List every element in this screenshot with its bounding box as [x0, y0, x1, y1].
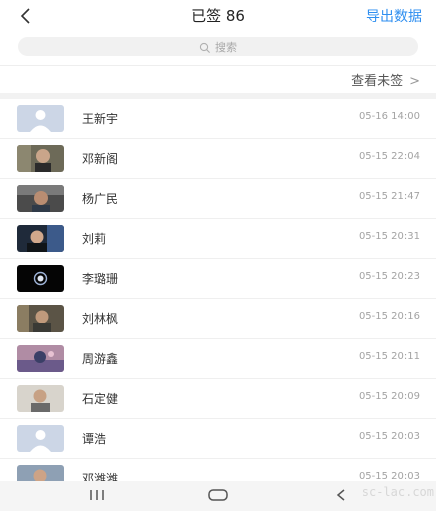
chevron-right-icon: >: [409, 74, 420, 89]
home-button[interactable]: [207, 487, 229, 507]
sign-time: 05-15 21:47: [358, 191, 420, 202]
photo-avatar: [17, 225, 64, 252]
photo-avatar: [17, 345, 64, 372]
nav-back-button[interactable]: [334, 487, 348, 507]
sign-time: 05-15 22:04: [358, 151, 420, 162]
divider: [0, 65, 436, 66]
sign-time: 05-15 20:03: [358, 431, 420, 442]
sign-time: 05-15 20:23: [358, 271, 420, 282]
list-item[interactable]: 李璐珊 05-15 20:23: [0, 259, 436, 299]
view-unsigned-label: 查看未签: [351, 74, 404, 89]
search-bar[interactable]: 搜索: [18, 37, 418, 56]
member-name: 刘林枫: [82, 312, 119, 326]
default-avatar: [17, 105, 64, 132]
member-name: 杨广民: [82, 192, 119, 206]
sign-time: 05-16 14:00: [358, 111, 420, 122]
list-item[interactable]: 刘莉 05-15 20:31: [0, 219, 436, 259]
member-name: 刘莉: [82, 232, 107, 246]
photo-avatar: [17, 305, 64, 332]
watermark-text: sc-lac.com: [361, 485, 434, 499]
list-item[interactable]: 谭浩 05-15 20:03: [0, 419, 436, 459]
list-item[interactable]: 周游鑫 05-15 20:11: [0, 339, 436, 379]
list-item[interactable]: 石定健 05-15 20:09: [0, 379, 436, 419]
list-item[interactable]: 王新宇 05-16 14:00: [0, 99, 436, 139]
search-placeholder-wrap: 搜索: [18, 39, 418, 55]
list-item[interactable]: 刘林枫 05-15 20:16: [0, 299, 436, 339]
sign-time: 05-15 20:09: [358, 391, 420, 402]
system-nav-bar: sc-lac.com: [0, 481, 436, 511]
list-item[interactable]: 邓新阁 05-15 22:04: [0, 139, 436, 179]
export-data-button[interactable]: 导出数据: [366, 6, 422, 26]
member-name: 王新宇: [82, 112, 119, 126]
photo-avatar: [17, 145, 64, 172]
list-item[interactable]: 杨广民 05-15 21:47: [0, 179, 436, 219]
sign-time: 05-15 20:11: [358, 351, 420, 362]
search-placeholder: 搜索: [215, 41, 237, 54]
home-icon: [208, 489, 228, 501]
sign-time: 05-15 20:31: [358, 231, 420, 242]
photo-avatar: [17, 185, 64, 212]
member-name: 谭浩: [82, 432, 107, 446]
search-icon: [199, 42, 210, 53]
back-icon: [336, 489, 345, 501]
photo-avatar: [17, 265, 64, 292]
member-name: 石定健: [82, 392, 119, 406]
header-bar: 已签 86 导出数据: [0, 0, 436, 32]
default-avatar: [17, 425, 64, 452]
member-name: 邓新阁: [82, 152, 119, 166]
recents-button[interactable]: [88, 487, 106, 507]
member-name: 周游鑫: [82, 352, 119, 366]
view-unsigned-link[interactable]: 查看未签 >: [351, 70, 420, 89]
recents-icon: [90, 490, 104, 500]
signed-list: 王新宇 05-16 14:00 邓新阁 05-15 22:04 杨广民 05-1…: [0, 99, 436, 499]
photo-avatar: [17, 385, 64, 412]
member-name: 李璐珊: [82, 272, 119, 286]
sign-time: 05-15 20:16: [358, 311, 420, 322]
